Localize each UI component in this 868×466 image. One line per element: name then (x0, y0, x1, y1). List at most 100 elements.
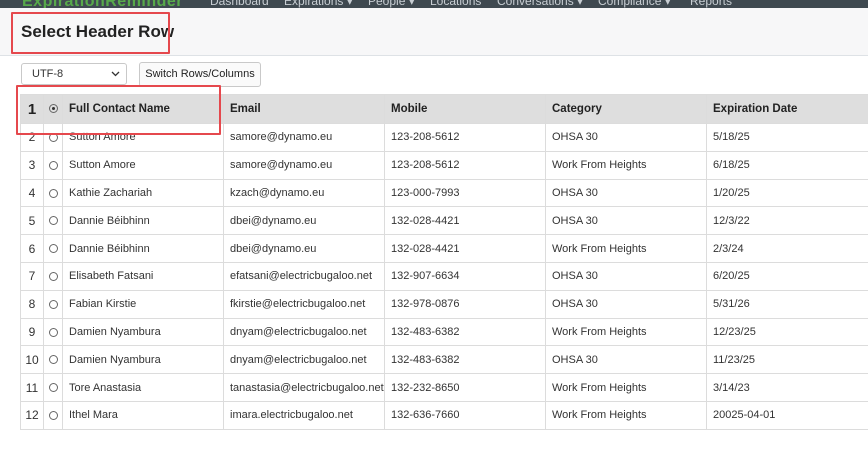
top-navbar: ExpirationReminder Dashboard Expirations… (0, 0, 868, 8)
row-select-radio[interactable] (48, 299, 58, 309)
row-number: 10 (20, 345, 44, 375)
table-cell: 2/3/24 (706, 234, 868, 263)
table-cell: kzach@dynamo.eu (223, 178, 385, 208)
row-number: 5 (20, 206, 44, 236)
table-row[interactable]: 5 Dannie Béibhinn dbei@dynamo.eu 132-028-44… (20, 206, 868, 236)
table-cell: Ithel Mara (62, 400, 224, 430)
encoding-select[interactable]: UTF-8 (21, 63, 127, 85)
table-cell: dnyam@electricbugaloo.net (223, 317, 385, 347)
row-select-radio[interactable] (48, 410, 58, 420)
table-cell: OHSA 30 (545, 289, 707, 319)
table-cell: samore@dynamo.eu (223, 150, 385, 180)
table-cell: 132-907-6634 (384, 261, 546, 291)
table-cell: OHSA 30 (545, 261, 707, 291)
table-row[interactable]: 12 Ithel Mara imara.electricbugaloo.net 132… (20, 400, 868, 430)
row-number: 9 (20, 317, 44, 347)
table-cell: 6/20/25 (706, 261, 868, 291)
table-cell: OHSA 30 (545, 123, 707, 152)
table-cell: imara.electricbugaloo.net (223, 400, 385, 430)
nav-locations[interactable]: Locations (430, 0, 481, 8)
table-cell: Sutton Amore (62, 150, 224, 180)
nav-compliance[interactable]: Compliance ▾ (598, 0, 671, 8)
encoding-value: UTF-8 (32, 68, 64, 80)
nav-people[interactable]: People ▾ (368, 0, 415, 8)
column-header: Mobile (384, 94, 546, 124)
row-select-radio[interactable] (48, 216, 58, 226)
row-select-radio[interactable] (48, 355, 58, 365)
table-cell: efatsani@electricbugaloo.net (223, 261, 385, 291)
table-body: 2 Sutton Amore samore@dynamo.eu 123-208-561… (20, 123, 868, 430)
table-cell: 132-636-7660 (384, 400, 546, 430)
table-cell: Work From Heights (545, 373, 707, 402)
table-cell: 132-978-0876 (384, 289, 546, 319)
app-logo[interactable]: ExpirationReminder (22, 0, 183, 8)
data-preview-table: 1 Full Contact Name Email Mobile Categor… (20, 94, 868, 430)
row-select-radio[interactable] (48, 327, 58, 337)
table-row[interactable]: 3 Sutton Amore samore@dynamo.eu 123-208-561… (20, 150, 868, 180)
row-number: 6 (20, 234, 44, 263)
table-cell: 3/14/23 (706, 373, 868, 402)
table-cell: Work From Heights (545, 150, 707, 180)
table-cell: Kathie Zachariah (62, 178, 224, 208)
table-cell: OHSA 30 (545, 206, 707, 236)
row-select-radio[interactable] (48, 188, 58, 198)
table-cell: Work From Heights (545, 400, 707, 430)
table-row[interactable]: 9 Damien Nyambura dnyam@electricbugaloo.ne… (20, 317, 868, 347)
row-number: 3 (20, 150, 44, 180)
header-row-highlight-box (16, 85, 221, 135)
table-cell: tanastasia@electricbugaloo.net (223, 373, 385, 402)
table-cell: 132-483-6382 (384, 345, 546, 375)
table-cell: Damien Nyambura (62, 317, 224, 347)
table-cell: Elisabeth Fatsani (62, 261, 224, 291)
table-cell: 11/23/25 (706, 345, 868, 375)
table-cell: 5/31/26 (706, 289, 868, 319)
table-cell: 132-232-8650 (384, 373, 546, 402)
nav-dashboard[interactable]: Dashboard (210, 0, 269, 8)
table-cell: Work From Heights (545, 317, 707, 347)
nav-expirations[interactable]: Expirations ▾ (284, 0, 353, 8)
table-cell: 123-208-5612 (384, 123, 546, 152)
row-number: 11 (20, 373, 44, 402)
table-cell: Dannie Béibhinn (62, 206, 224, 236)
table-row[interactable]: 6 Dannie Béibhinn dbei@dynamo.eu 132-028-44… (20, 234, 868, 263)
title-highlight-box (11, 12, 170, 54)
table-cell: Fabian Kirstie (62, 289, 224, 319)
column-header: Email (223, 94, 385, 124)
table-cell: Damien Nyambura (62, 345, 224, 375)
row-select-radio[interactable] (48, 160, 58, 170)
row-select-radio[interactable] (48, 383, 58, 393)
nav-reports[interactable]: Reports (690, 0, 732, 8)
table-cell: 123-208-5612 (384, 150, 546, 180)
column-header: Category (545, 94, 707, 124)
table-cell: 6/18/25 (706, 150, 868, 180)
table-cell: 12/3/22 (706, 206, 868, 236)
table-cell: 132-028-4421 (384, 234, 546, 263)
table-cell: Tore Anastasia (62, 373, 224, 402)
table-cell: 123-000-7993 (384, 178, 546, 208)
table-row[interactable]: 11 Tore Anastasia tanastasia@electricbugal… (20, 373, 868, 402)
table-cell: 1/20/25 (706, 178, 868, 208)
table-cell: OHSA 30 (545, 178, 707, 208)
row-select-radio[interactable] (48, 244, 58, 254)
table-cell: Work From Heights (545, 234, 707, 263)
table-cell: 12/23/25 (706, 317, 868, 347)
switch-rows-columns-button[interactable]: Switch Rows/Columns (139, 62, 261, 87)
table-cell: 5/18/25 (706, 123, 868, 152)
row-number: 7 (20, 261, 44, 291)
table-cell: fkirstie@electricbugaloo.net (223, 289, 385, 319)
table-row[interactable]: 4 Kathie Zachariah kzach@dynamo.eu 123-000-… (20, 178, 868, 208)
table-cell: 132-483-6382 (384, 317, 546, 347)
row-number: 12 (20, 400, 44, 430)
nav-conversations[interactable]: Conversations ▾ (497, 0, 583, 8)
table-cell: dnyam@electricbugaloo.net (223, 345, 385, 375)
table-cell: OHSA 30 (545, 345, 707, 375)
table-cell: 132-028-4421 (384, 206, 546, 236)
table-row[interactable]: 7 Elisabeth Fatsani efatsani@electricbugal… (20, 261, 868, 291)
row-number: 4 (20, 178, 44, 208)
table-row[interactable]: 8 Fabian Kirstie fkirstie@electricbugaloo.… (20, 289, 868, 319)
table-cell: dbei@dynamo.eu (223, 234, 385, 263)
row-select-radio[interactable] (48, 271, 58, 281)
table-cell: 20025-04-01 (706, 400, 868, 430)
column-header: Expiration Date (706, 94, 868, 124)
table-row[interactable]: 10 Damien Nyambura dnyam@electricbugaloo.n… (20, 345, 868, 375)
